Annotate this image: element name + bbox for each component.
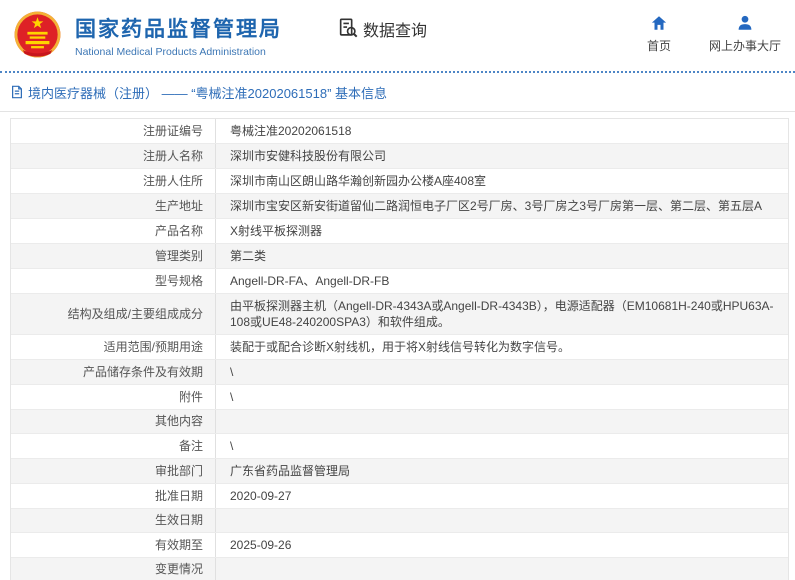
row-value: 装配于或配合诊断X射线机，用于将X射线信号转化为数字信号。: [216, 335, 788, 359]
row-label: 型号规格: [11, 269, 216, 293]
table-row: 生效日期: [11, 509, 788, 533]
row-value: 2020-09-27: [216, 484, 788, 508]
row-label: 结构及组成/主要组成成分: [11, 294, 216, 334]
table-row: 型号规格Angell-DR-FA、Angell-DR-FB: [11, 269, 788, 294]
row-value: [216, 410, 788, 433]
table-row: 管理类别第二类: [11, 244, 788, 269]
row-value: 深圳市安健科技股份有限公司: [216, 144, 788, 168]
table-row: 注册人名称深圳市安健科技股份有限公司: [11, 144, 788, 169]
row-value: \: [216, 385, 788, 409]
row-value: 2025-09-26: [216, 533, 788, 557]
info-table: 注册证编号粤械注准20202061518注册人名称深圳市安健科技股份有限公司注册…: [10, 118, 789, 580]
org-names: 国家药品监督管理局 National Medical Products Admi…: [75, 13, 282, 58]
table-row: 生产地址深圳市宝安区新安街道留仙二路润恒电子厂区2号厂房、3号厂房之3号厂房第一…: [11, 194, 788, 219]
row-label: 适用范围/预期用途: [11, 335, 216, 359]
row-label: 审批部门: [11, 459, 216, 483]
table-row: 变更情况: [11, 558, 788, 580]
data-query-section[interactable]: 数据查询: [337, 17, 427, 41]
row-label: 附件: [11, 385, 216, 409]
home-icon: [650, 14, 668, 32]
row-label: 备注: [11, 434, 216, 458]
row-label: 注册人住所: [11, 169, 216, 193]
row-value: Angell-DR-FA、Angell-DR-FB: [216, 269, 788, 293]
table-row: 审批部门广东省药品监督管理局: [11, 459, 788, 484]
row-label: 其他内容: [11, 410, 216, 433]
logo-area: 国家药品监督管理局 National Medical Products Admi…: [10, 8, 282, 63]
row-value: 第二类: [216, 244, 788, 268]
row-value: 粤械注准20202061518: [216, 119, 788, 143]
table-row: 产品名称X射线平板探测器: [11, 219, 788, 244]
nav-home[interactable]: 首页: [647, 14, 671, 54]
row-value: \: [216, 360, 788, 384]
table-row: 注册证编号粤械注准20202061518: [11, 119, 788, 144]
row-value: [216, 509, 788, 532]
org-name-en: National Medical Products Administration: [75, 46, 282, 58]
row-label: 有效期至: [11, 533, 216, 557]
nav-home-label: 首页: [647, 37, 671, 54]
table-row: 有效期至2025-09-26: [11, 533, 788, 558]
table-row: 适用范围/预期用途装配于或配合诊断X射线机，用于将X射线信号转化为数字信号。: [11, 335, 788, 360]
table-row: 附件\: [11, 385, 788, 410]
row-label: 变更情况: [11, 558, 216, 580]
user-icon: [736, 14, 754, 32]
breadcrumb: 境内医疗器械（注册） —— “粤械注准20202061518” 基本信息: [0, 73, 795, 112]
row-value: 由平板探测器主机（Angell-DR-4343A或Angell-DR-4343B…: [216, 294, 788, 334]
table-row: 其他内容: [11, 410, 788, 434]
breadcrumb-text: 境内医疗器械（注册） —— “粤械注准20202061518” 基本信息: [28, 83, 387, 102]
row-label: 产品储存条件及有效期: [11, 360, 216, 384]
site-header: 国家药品监督管理局 National Medical Products Admi…: [0, 0, 795, 73]
nav-online-hall[interactable]: 网上办事大厅: [709, 14, 781, 54]
row-value: 深圳市宝安区新安街道留仙二路润恒电子厂区2号厂房、3号厂房之3号厂房第一层、第二…: [216, 194, 788, 218]
row-label: 生产地址: [11, 194, 216, 218]
row-value: [216, 558, 788, 580]
table-row: 备注\: [11, 434, 788, 459]
row-value: 深圳市南山区朗山路华瀚创新园办公楼A座408室: [216, 169, 788, 193]
row-value: 广东省药品监督管理局: [216, 459, 788, 483]
row-value: \: [216, 434, 788, 458]
data-query-label: 数据查询: [363, 17, 427, 41]
row-label: 注册证编号: [11, 119, 216, 143]
table-row: 批准日期2020-09-27: [11, 484, 788, 509]
row-label: 注册人名称: [11, 144, 216, 168]
data-query-icon: [337, 17, 359, 39]
row-value: X射线平板探测器: [216, 219, 788, 243]
row-label: 批准日期: [11, 484, 216, 508]
row-label: 管理类别: [11, 244, 216, 268]
table-row: 结构及组成/主要组成成分由平板探测器主机（Angell-DR-4343A或Ang…: [11, 294, 788, 335]
row-label: 产品名称: [11, 219, 216, 243]
row-label: 生效日期: [11, 509, 216, 532]
nav-online-hall-label: 网上办事大厅: [709, 37, 781, 54]
table-row: 产品储存条件及有效期\: [11, 360, 788, 385]
document-icon: [10, 85, 24, 99]
nmpa-national-emblem-logo: [10, 8, 65, 63]
top-nav: 首页 网上办事大厅: [647, 14, 781, 54]
org-name-cn: 国家药品监督管理局: [75, 13, 282, 43]
table-row: 注册人住所深圳市南山区朗山路华瀚创新园办公楼A座408室: [11, 169, 788, 194]
